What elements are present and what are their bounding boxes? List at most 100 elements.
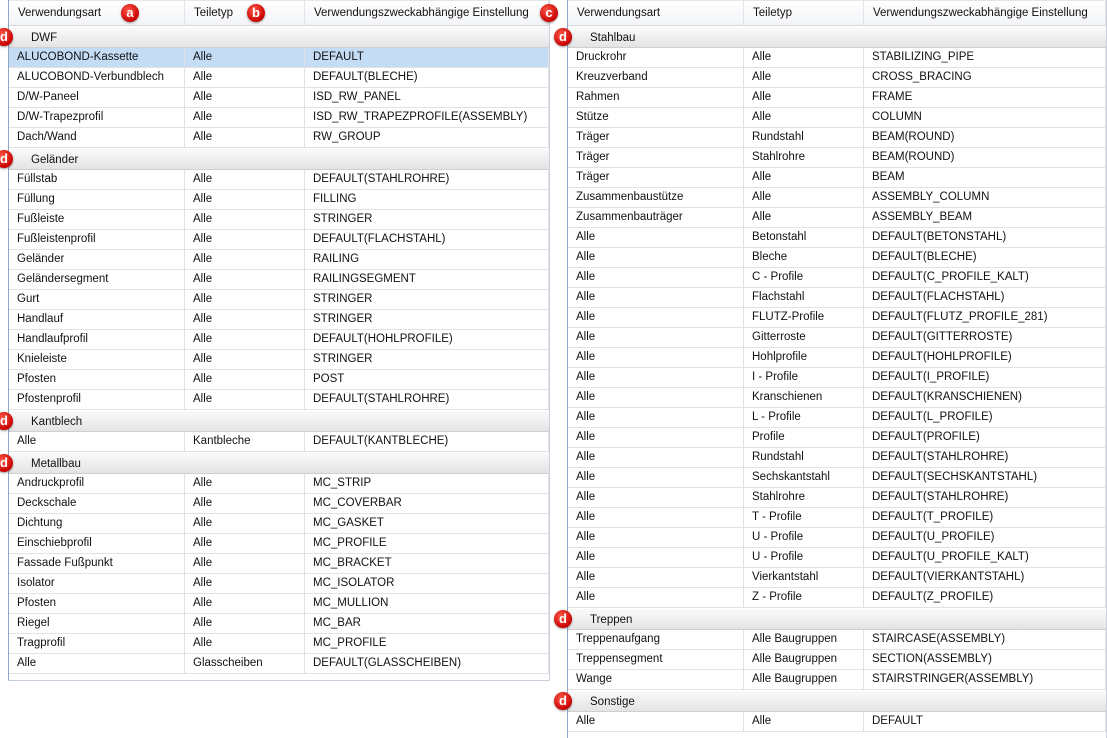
table-row[interactable]: Alle Profile DEFAULT(PROFILE)	[568, 428, 1106, 448]
table-row[interactable]: Alle Flachstahl DEFAULT(FLACHSTAHL)	[568, 288, 1106, 308]
table-row[interactable]: Alle Sechskantstahl DEFAULT(SECHSKANTSTAHL…	[568, 468, 1106, 488]
cell-verwendungsart: Zusammenbauträger	[568, 208, 744, 227]
cell-teiletyp: Betonstahl	[744, 228, 864, 247]
table-row[interactable]: Alle Bleche DEFAULT(BLECHE)	[568, 248, 1106, 268]
cell-einstellung: RW_GROUP	[305, 128, 549, 147]
table-row[interactable]: Träger Rundstahl BEAM(ROUND)	[568, 128, 1106, 148]
table-row[interactable]: Alle Rundstahl DEFAULT(STAHLROHRE)	[568, 448, 1106, 468]
table-row[interactable]: Kreuzverband Alle CROSS_BRACING	[568, 68, 1106, 88]
cell-verwendungsart: Alle	[568, 248, 744, 267]
table-row[interactable]: Handlaufprofil Alle DEFAULT(HOHLPROFILE)	[9, 330, 549, 350]
cell-verwendungsart: Fußleiste	[9, 210, 185, 229]
column-header-verwendungsart[interactable]: Verwendungsart	[9, 1, 185, 25]
callout-marker-d: d	[554, 610, 572, 628]
table-row[interactable]: Füllung Alle FILLING	[9, 190, 549, 210]
table-row[interactable]: Andruckprofil Alle MC_STRIP	[9, 474, 549, 494]
table-row[interactable]: Deckschale Alle MC_COVERBAR	[9, 494, 549, 514]
table-row[interactable]: Treppensegment Alle Baugruppen SECTION(ASS…	[568, 650, 1106, 670]
cell-verwendungsart: Stütze	[568, 108, 744, 127]
cell-verwendungsart: Alle	[568, 368, 744, 387]
cell-einstellung: DEFAULT(KRANSCHIENEN)	[864, 388, 1106, 407]
table-row[interactable]: ALUCOBOND-Kassette Alle DEFAULT	[9, 48, 549, 68]
table-row[interactable]: Alle Glasscheiben DEFAULT(GLASSCHEIBEN)	[9, 654, 549, 674]
cell-verwendungsart: Fassade Fußpunkt	[9, 554, 185, 573]
table-row[interactable]: Alle U - Profile DEFAULT(U_PROFILE)	[568, 528, 1106, 548]
cell-einstellung: DEFAULT(STAHLROHRE)	[305, 170, 549, 189]
callout-marker-a: a	[121, 4, 139, 22]
table-row[interactable]: Füllstab Alle DEFAULT(STAHLROHRE)	[9, 170, 549, 190]
table-row[interactable]: Handlauf Alle STRINGER	[9, 310, 549, 330]
table-row[interactable]: ALUCOBOND-Verbundblech Alle DEFAULT(BLECHE…	[9, 68, 549, 88]
group-row[interactable]: d Geländer	[0, 149, 549, 170]
table-row[interactable]: Pfosten Alle MC_MULLION	[9, 594, 549, 614]
cell-teiletyp: Alle	[185, 514, 305, 533]
table-row[interactable]: Alle U - Profile DEFAULT(U_PROFILE_KALT)	[568, 548, 1106, 568]
group-row[interactable]: d Treppen	[554, 609, 1106, 630]
table-row[interactable]: Alle C - Profile DEFAULT(C_PROFILE_KALT)	[568, 268, 1106, 288]
group-row[interactable]: d Stahlbau	[554, 27, 1106, 48]
table-row[interactable]: Alle Alle DEFAULT	[568, 712, 1106, 732]
cell-teiletyp: Alle Baugruppen	[744, 630, 864, 649]
table-row[interactable]: Tragprofil Alle MC_PROFILE	[9, 634, 549, 654]
table-row[interactable]: Geländer Alle RAILING	[9, 250, 549, 270]
table-row[interactable]: Träger Alle BEAM	[568, 168, 1106, 188]
table-row[interactable]: Alle FLUTZ-Profile DEFAULT(FLUTZ_PROFILE_2…	[568, 308, 1106, 328]
table-row[interactable]: Alle Z - Profile DEFAULT(Z_PROFILE)	[568, 588, 1106, 608]
table-row[interactable]: Alle T - Profile DEFAULT(T_PROFILE)	[568, 508, 1106, 528]
group-row[interactable]: d Metallbau	[0, 453, 549, 474]
table-row[interactable]: Alle Vierkantstahl DEFAULT(VIERKANTSTAHL)	[568, 568, 1106, 588]
cell-verwendungsart: Pfosten	[9, 370, 185, 389]
table-row[interactable]: Fußleiste Alle STRINGER	[9, 210, 549, 230]
group-row[interactable]: d Sonstige	[554, 691, 1106, 712]
table-row[interactable]: D/W-Trapezprofil Alle ISD_RW_TRAPEZPROFILE…	[9, 108, 549, 128]
callout-marker-d: d	[0, 28, 13, 46]
table-row[interactable]: Alle L - Profile DEFAULT(L_PROFILE)	[568, 408, 1106, 428]
table-row[interactable]: D/W-Paneel Alle ISD_RW_PANEL	[9, 88, 549, 108]
cell-einstellung: STAIRCASE(ASSEMBLY)	[864, 630, 1106, 649]
cell-einstellung: SECTION(ASSEMBLY)	[864, 650, 1106, 669]
table-row[interactable]: Alle Stahlrohre DEFAULT(STAHLROHRE)	[568, 488, 1106, 508]
table-row[interactable]: Dichtung Alle MC_GASKET	[9, 514, 549, 534]
table-row[interactable]: Zusammenbauträger Alle ASSEMBLY_BEAM	[568, 208, 1106, 228]
column-header-einstellung[interactable]: Verwendungszweckabhängige Einstellung	[305, 1, 549, 25]
table-row[interactable]: Pfostenprofil Alle DEFAULT(STAHLROHRE)	[9, 390, 549, 410]
table-row[interactable]: Geländersegment Alle RAILINGSEGMENT	[9, 270, 549, 290]
column-header-teiletyp[interactable]: Teiletyp	[185, 1, 305, 25]
table-row[interactable]: Druckrohr Alle STABILIZING_PIPE	[568, 48, 1106, 68]
table-row[interactable]: Isolator Alle MC_ISOLATOR	[9, 574, 549, 594]
table-row[interactable]: Träger Stahlrohre BEAM(ROUND)	[568, 148, 1106, 168]
table-row[interactable]: Alle Kranschienen DEFAULT(KRANSCHIENEN)	[568, 388, 1106, 408]
group-row[interactable]: d DWF	[0, 27, 549, 48]
column-header-teiletyp[interactable]: Teiletyp	[744, 1, 864, 25]
table-row[interactable]: Dach/Wand Alle RW_GROUP	[9, 128, 549, 148]
cell-teiletyp: Alle	[185, 108, 305, 127]
column-header-einstellung[interactable]: Verwendungszweckabhängige Einstellung	[864, 1, 1106, 25]
table-row[interactable]: Alle I - Profile DEFAULT(I_PROFILE)	[568, 368, 1106, 388]
table-row[interactable]: Zusammenbaustütze Alle ASSEMBLY_COLUMN	[568, 188, 1106, 208]
table-row[interactable]: Gurt Alle STRINGER	[9, 290, 549, 310]
cell-teiletyp: Alle	[744, 108, 864, 127]
cell-teiletyp: Alle	[185, 494, 305, 513]
cell-verwendungsart: Alle	[568, 388, 744, 407]
column-header-verwendungsart[interactable]: Verwendungsart	[568, 1, 744, 25]
table-row[interactable]: Pfosten Alle POST	[9, 370, 549, 390]
table-row[interactable]: Rahmen Alle FRAME	[568, 88, 1106, 108]
table-row[interactable]: Alle Gitterroste DEFAULT(GITTERROSTE)	[568, 328, 1106, 348]
table-row[interactable]: Alle Kantbleche DEFAULT(KANTBLECHE)	[9, 432, 549, 452]
group-label: Treppen	[590, 614, 633, 626]
table-row[interactable]: Riegel Alle MC_BAR	[9, 614, 549, 634]
table-row[interactable]: Wange Alle Baugruppen STAIRSTRINGER(ASSEMB…	[568, 670, 1106, 690]
cell-einstellung: DEFAULT(T_PROFILE)	[864, 508, 1106, 527]
table-row[interactable]: Knieleiste Alle STRINGER	[9, 350, 549, 370]
table-row[interactable]: Alle Hohlprofile DEFAULT(HOHLPROFILE)	[568, 348, 1106, 368]
table-row[interactable]: Fassade Fußpunkt Alle MC_BRACKET	[9, 554, 549, 574]
group-row[interactable]: d Kantblech	[0, 411, 549, 432]
table-row[interactable]: Fußleistenprofil Alle DEFAULT(FLACHSTAHL)	[9, 230, 549, 250]
table-row[interactable]: Einschiebprofil Alle MC_PROFILE	[9, 534, 549, 554]
table-row[interactable]: Alle Betonstahl DEFAULT(BETONSTAHL)	[568, 228, 1106, 248]
cell-einstellung: DEFAULT(FLACHSTAHL)	[864, 288, 1106, 307]
table-row[interactable]: Treppenaufgang Alle Baugruppen STAIRCASE(A…	[568, 630, 1106, 650]
cell-teiletyp: Alle Baugruppen	[744, 670, 864, 689]
table-row[interactable]: Stütze Alle COLUMN	[568, 108, 1106, 128]
cell-einstellung: MC_GASKET	[305, 514, 549, 533]
